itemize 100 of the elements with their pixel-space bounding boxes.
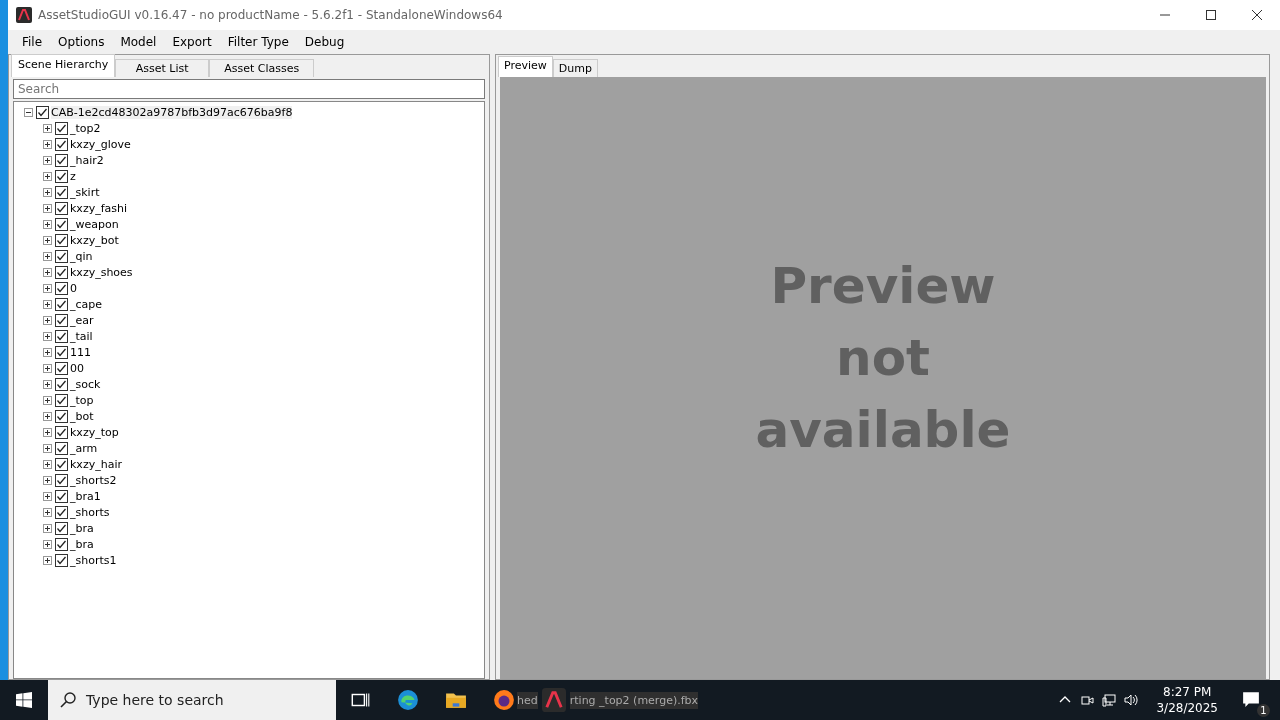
expand-icon[interactable] bbox=[43, 155, 52, 165]
checkbox[interactable] bbox=[55, 361, 68, 375]
tab[interactable]: Asset Classes bbox=[209, 59, 315, 77]
tree-item[interactable]: _top2 bbox=[70, 121, 101, 135]
expand-icon[interactable] bbox=[43, 203, 52, 213]
checkbox[interactable] bbox=[55, 393, 68, 407]
expand-icon[interactable] bbox=[43, 395, 52, 405]
expand-icon[interactable] bbox=[43, 363, 52, 373]
tree-item[interactable]: kxzy_fashi bbox=[70, 201, 128, 215]
app-logo-icon[interactable] bbox=[541, 688, 566, 712]
notification-icon[interactable] bbox=[1242, 689, 1260, 708]
tree-item[interactable]: _bra bbox=[70, 537, 94, 551]
tab[interactable]: Asset List bbox=[115, 59, 210, 77]
menu-item[interactable]: Options bbox=[50, 35, 113, 49]
tree-item[interactable]: _tail bbox=[70, 329, 93, 343]
tree-item[interactable]: kxzy_bot bbox=[70, 233, 119, 247]
expand-icon[interactable] bbox=[43, 507, 52, 517]
expand-icon[interactable] bbox=[43, 539, 52, 549]
menu-item[interactable]: Filter Type bbox=[219, 35, 297, 49]
tree-item[interactable]: CAB-1e2cd48302a9787bfb3d97ac676ba9f8 bbox=[51, 105, 293, 119]
tree-item[interactable]: _ear bbox=[70, 313, 94, 327]
checkbox[interactable] bbox=[55, 409, 68, 423]
tab[interactable]: Scene Hierarchy bbox=[11, 54, 116, 77]
tree-item[interactable]: _bot bbox=[70, 409, 94, 423]
tree-item[interactable]: _skirt bbox=[70, 185, 100, 199]
checkbox[interactable] bbox=[55, 297, 68, 311]
checkbox[interactable] bbox=[55, 489, 68, 503]
tree-item[interactable]: _weapon bbox=[70, 217, 119, 231]
collapse-icon[interactable] bbox=[24, 107, 33, 117]
checkbox[interactable] bbox=[55, 537, 68, 551]
tree-item[interactable]: _hair2 bbox=[70, 153, 104, 167]
expand-icon[interactable] bbox=[43, 347, 52, 357]
checkbox[interactable] bbox=[55, 137, 68, 151]
tree-item[interactable]: kxzy_hair bbox=[70, 457, 122, 471]
checkbox[interactable] bbox=[55, 473, 68, 487]
tree-item[interactable]: 0 bbox=[70, 281, 77, 295]
checkbox[interactable] bbox=[55, 505, 68, 519]
checkbox[interactable] bbox=[55, 345, 68, 359]
expand-icon[interactable] bbox=[43, 443, 52, 453]
tree-item[interactable]: _sock bbox=[70, 377, 101, 391]
checkbox[interactable] bbox=[55, 313, 68, 327]
tab[interactable]: Dump bbox=[552, 59, 598, 77]
camera-icon[interactable] bbox=[1080, 693, 1095, 707]
tree-item[interactable]: kxzy_glove bbox=[70, 137, 131, 151]
checkbox[interactable] bbox=[55, 329, 68, 343]
checkbox[interactable] bbox=[55, 249, 68, 263]
checkbox[interactable] bbox=[55, 281, 68, 295]
menu-item[interactable]: Debug bbox=[296, 35, 353, 49]
expand-icon[interactable] bbox=[43, 331, 52, 341]
expand-icon[interactable] bbox=[43, 267, 52, 277]
checkbox[interactable] bbox=[55, 121, 68, 135]
checkbox[interactable] bbox=[55, 169, 68, 183]
menu-item[interactable]: File bbox=[14, 35, 51, 49]
tree-item[interactable]: _arm bbox=[70, 441, 98, 455]
expand-icon[interactable] bbox=[43, 379, 52, 389]
checkbox[interactable] bbox=[55, 265, 68, 279]
checkbox[interactable] bbox=[36, 105, 49, 119]
tree-item[interactable]: kxzy_top bbox=[70, 425, 119, 439]
expand-icon[interactable] bbox=[43, 219, 52, 229]
expand-icon[interactable] bbox=[43, 123, 52, 133]
tree-item[interactable]: _shorts2 bbox=[70, 473, 117, 487]
expand-icon[interactable] bbox=[43, 491, 52, 501]
checkbox[interactable] bbox=[55, 457, 68, 471]
network-icon[interactable] bbox=[1102, 693, 1117, 707]
expand-icon[interactable] bbox=[43, 235, 52, 245]
taskbar-search-field[interactable]: Type here to search bbox=[48, 680, 336, 720]
expand-icon[interactable] bbox=[43, 187, 52, 197]
tree-item[interactable]: _qin bbox=[70, 249, 93, 263]
expand-icon[interactable] bbox=[43, 315, 52, 325]
clock-time[interactable]: 8:27 PM bbox=[1163, 684, 1212, 700]
expand-icon[interactable] bbox=[43, 171, 52, 181]
checkbox[interactable] bbox=[55, 425, 68, 439]
checkbox[interactable] bbox=[55, 185, 68, 199]
checkbox[interactable] bbox=[55, 233, 68, 247]
expand-icon[interactable] bbox=[43, 459, 52, 469]
expand-icon[interactable] bbox=[43, 475, 52, 485]
expand-icon[interactable] bbox=[43, 139, 52, 149]
tab[interactable]: Preview bbox=[498, 56, 553, 77]
tree-item[interactable]: _cape bbox=[70, 297, 103, 311]
expand-icon[interactable] bbox=[43, 555, 52, 565]
tree-item[interactable]: _shorts1 bbox=[70, 553, 117, 567]
checkbox[interactable] bbox=[55, 441, 68, 455]
checkbox[interactable] bbox=[55, 377, 68, 391]
expand-icon[interactable] bbox=[43, 283, 52, 293]
expand-icon[interactable] bbox=[43, 427, 52, 437]
menu-item[interactable]: Export bbox=[164, 35, 220, 49]
volume-icon[interactable] bbox=[1124, 693, 1139, 707]
tree-item[interactable]: _top bbox=[70, 393, 94, 407]
checkbox[interactable] bbox=[55, 201, 68, 215]
expand-icon[interactable] bbox=[43, 251, 52, 261]
menu-item[interactable]: Model bbox=[112, 35, 165, 49]
checkbox[interactable] bbox=[55, 217, 68, 231]
tree-item[interactable]: _bra1 bbox=[70, 489, 101, 503]
tree-item[interactable]: 111 bbox=[70, 345, 91, 359]
checkbox[interactable] bbox=[55, 153, 68, 167]
tree-item[interactable]: 00 bbox=[70, 361, 84, 375]
expand-icon[interactable] bbox=[43, 411, 52, 421]
browser-icon[interactable] bbox=[397, 689, 419, 711]
tree-item[interactable]: _shorts bbox=[70, 505, 110, 519]
search-field[interactable]: Search bbox=[13, 79, 485, 99]
